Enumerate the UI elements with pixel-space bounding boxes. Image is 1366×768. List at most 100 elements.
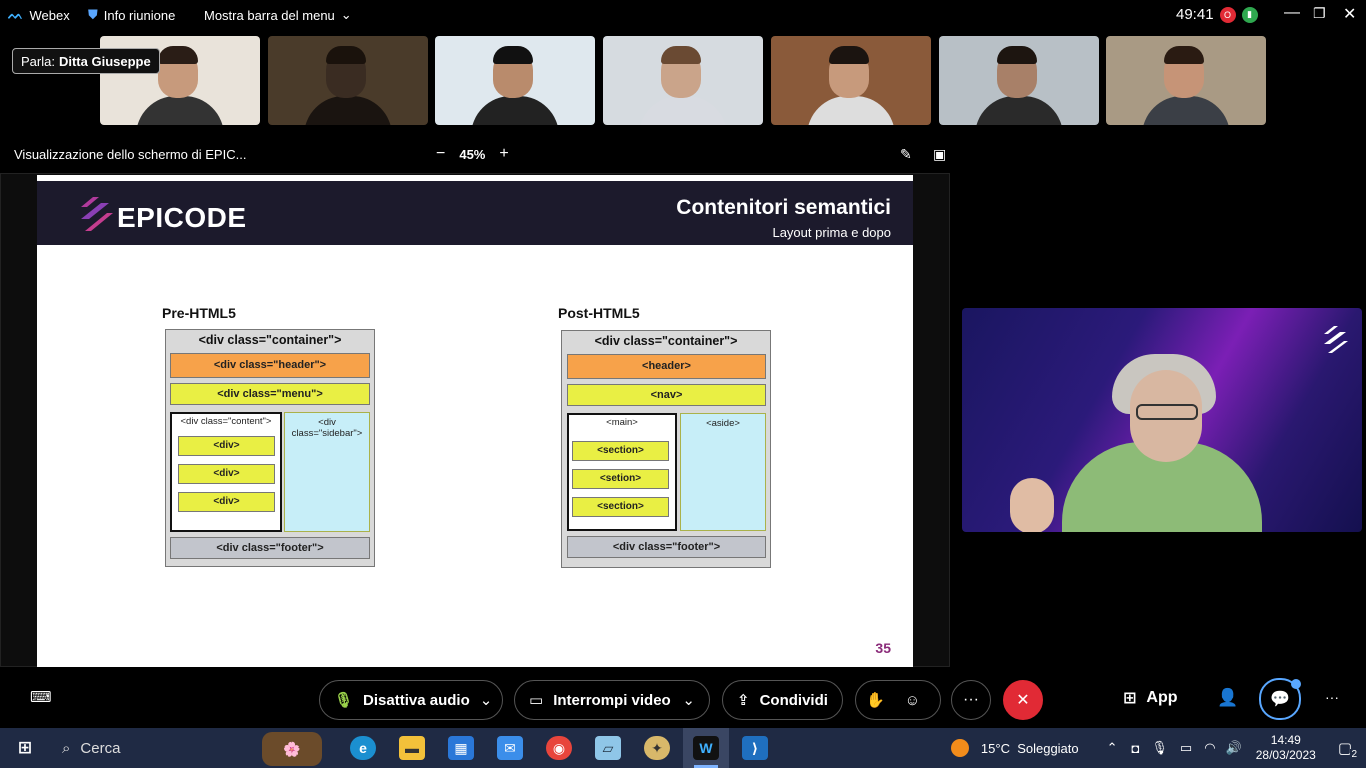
- more-options-button[interactable]: ···: [951, 680, 991, 720]
- section-block: <section>: [572, 441, 669, 461]
- microphone-tray-icon[interactable]: 🎙: [1151, 740, 1168, 756]
- stats-icon[interactable]: ▮: [1241, 6, 1258, 23]
- presenter-glasses: [1136, 404, 1198, 420]
- participants-icon[interactable]: 👤: [1217, 688, 1238, 708]
- participant-tile[interactable]: [268, 36, 428, 125]
- slide-header: EPICODE Contenitori semantici Layout pri…: [37, 181, 913, 245]
- nav-block: <nav>: [567, 384, 766, 406]
- pre-html5-heading: Pre-HTML5: [162, 305, 236, 321]
- wifi-icon[interactable]: ◠: [1204, 740, 1215, 756]
- file-explorer-icon[interactable]: ▬: [399, 736, 425, 760]
- menu-block: <div class="menu">: [170, 383, 370, 405]
- apps-icon: ⊞: [1123, 690, 1137, 707]
- footer-block: <div class="footer">: [170, 537, 370, 559]
- share-label: Condividi: [759, 691, 828, 709]
- participant-tile[interactable]: [435, 36, 595, 125]
- webex-taskbar-icon[interactable]: W: [693, 736, 719, 760]
- video-label: Interrompi video: [553, 691, 671, 709]
- notification-count: 2: [1350, 749, 1358, 760]
- presenter-video[interactable]: [962, 308, 1362, 532]
- weather-text[interactable]: 15°C Soleggiato: [981, 741, 1079, 756]
- shield-icon: ⛊: [88, 7, 98, 22]
- app-name: Webex: [29, 7, 70, 23]
- apps-button[interactable]: ⊞ App: [1123, 688, 1178, 708]
- active-speaker-badge: Parla: Ditta Giuseppe: [12, 48, 160, 74]
- webex-menu[interactable]: ᨓ Webex: [8, 7, 70, 23]
- restore-icon[interactable]: ❐: [1313, 5, 1326, 22]
- zoom-out-button[interactable]: −: [436, 145, 445, 163]
- mute-button[interactable]: 🎙 Disattiva audio ⌄: [319, 680, 503, 720]
- participant-tile[interactable]: [939, 36, 1099, 125]
- camera-tray-icon[interactable]: ◘: [1132, 741, 1140, 756]
- chat-icon: 💬: [1270, 691, 1290, 708]
- meeting-info-label: Info riunione: [103, 7, 176, 23]
- content-label: <div class="content">: [180, 416, 272, 427]
- inner-div-block: <div>: [178, 492, 275, 512]
- paint-icon[interactable]: ✦: [644, 736, 670, 760]
- epicode-logo-icon: [81, 197, 113, 231]
- minimize-icon[interactable]: —: [1284, 4, 1300, 22]
- epicode-logo-text: EPICODE: [117, 202, 247, 233]
- battery-icon[interactable]: ▭: [1180, 740, 1192, 756]
- show-menu-label: Mostra barra del menu: [204, 7, 335, 23]
- chevron-up-icon[interactable]: ⌃: [1107, 740, 1118, 756]
- edge-icon[interactable]: e: [350, 736, 376, 760]
- chrome-icon[interactable]: ◉: [546, 736, 572, 760]
- recording-icon: O: [1219, 6, 1236, 23]
- notification-icon[interactable]: ▢ 2: [1338, 739, 1358, 760]
- participant-tile[interactable]: [1106, 36, 1266, 125]
- captions-icon[interactable]: ⌨: [30, 688, 52, 706]
- post-html5-heading: Post-HTML5: [558, 305, 640, 321]
- post-html5-diagram: <div class="container"> <header> <nav> <…: [561, 330, 771, 568]
- container-label: <div class="container">: [198, 333, 342, 347]
- meeting-info-button[interactable]: ⛊ Info riunione: [88, 7, 175, 23]
- slide-title: Contenitori semantici: [676, 196, 891, 219]
- clock[interactable]: 14:49 28/03/2023: [1256, 733, 1316, 763]
- chevron-down-icon[interactable]: ⌄: [682, 691, 695, 709]
- popout-view-icon[interactable]: ▣: [933, 146, 946, 163]
- mail-icon[interactable]: ✉: [497, 736, 523, 760]
- chevron-down-icon[interactable]: ⌄: [480, 691, 493, 709]
- close-icon[interactable]: ✕: [1343, 4, 1356, 24]
- reactions-group: ✋ ☺: [855, 680, 941, 720]
- stop-video-button[interactable]: ▭ Interrompi video ⌄: [514, 680, 710, 720]
- webex-logo-icon: ᨓ: [8, 7, 24, 22]
- zoom-control: − 45% +: [436, 145, 509, 163]
- timer-text: 49:41: [1176, 6, 1214, 23]
- share-title: Visualizzazione dello schermo di EPIC...: [14, 147, 247, 162]
- microphone-icon: 🎙: [334, 692, 354, 709]
- aside-block: <aside>: [680, 413, 766, 531]
- speaker-name: Ditta Giuseppe: [58, 53, 151, 69]
- weather-icon[interactable]: [950, 739, 969, 757]
- section-block: <section>: [572, 497, 669, 517]
- sidebar-block: <div class="sidebar">: [284, 412, 370, 532]
- notes-icon[interactable]: ▱: [595, 736, 621, 760]
- share-button[interactable]: ⇪ Condividi: [722, 680, 843, 720]
- search-icon: ⌕: [62, 739, 71, 757]
- header-block: <header>: [567, 354, 766, 379]
- reaction-icon[interactable]: ☺: [905, 692, 920, 709]
- more-menu-icon[interactable]: ···: [1325, 689, 1339, 705]
- chat-notification-dot: [1291, 679, 1301, 689]
- inner-div-block: <div>: [178, 436, 275, 456]
- clock-date: 28/03/2023: [1255, 748, 1316, 762]
- volume-icon[interactable]: 🔊: [1226, 740, 1242, 756]
- windows-start-icon[interactable]: ⊞: [12, 736, 38, 760]
- apps-label: App: [1146, 689, 1178, 706]
- end-call-button[interactable]: ✕: [1003, 680, 1043, 720]
- vscode-icon[interactable]: ⟩: [742, 736, 768, 760]
- participant-tile[interactable]: [603, 36, 763, 125]
- meeting-timer: 49:41 O ▮: [1176, 6, 1258, 23]
- camera-icon: ▭: [529, 692, 544, 709]
- search-highlight-icon[interactable]: 🌸: [262, 732, 322, 766]
- annotate-icon[interactable]: ✎: [900, 146, 912, 163]
- participant-tile[interactable]: [771, 36, 931, 125]
- system-tray: 15°C Soleggiato ⌃ ◘ 🎙 ▭ ◠ 🔊 14:49 28/03/…: [950, 728, 1366, 768]
- container-label: <div class="container">: [594, 334, 738, 348]
- main-label: <main>: [606, 417, 638, 428]
- zoom-in-button[interactable]: +: [499, 145, 508, 163]
- show-menu-bar-button[interactable]: Mostra barra del menu ⌄: [204, 7, 352, 23]
- store-icon[interactable]: ▦: [448, 736, 474, 760]
- raise-hand-icon[interactable]: ✋: [866, 691, 885, 709]
- pre-html5-diagram: <div class="container"> <div class="head…: [165, 329, 375, 567]
